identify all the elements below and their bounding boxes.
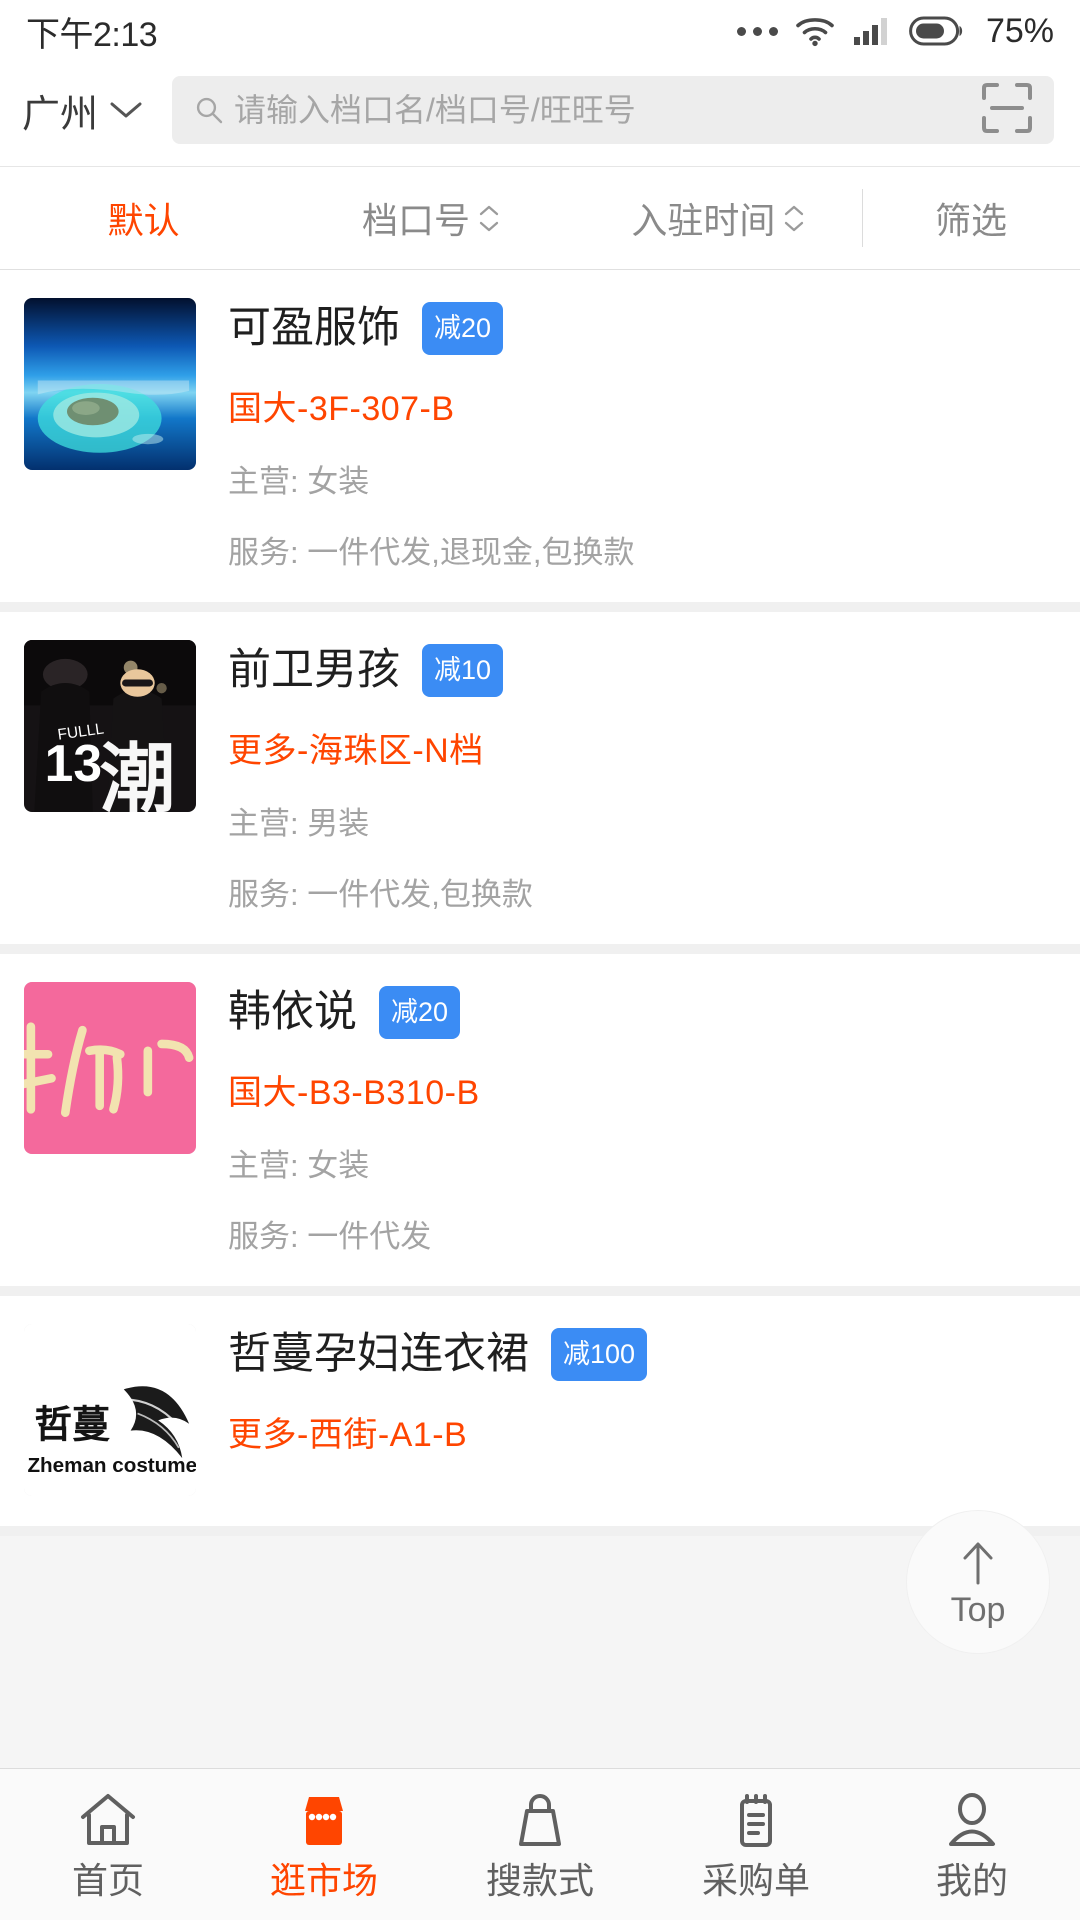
list-item[interactable]: FULLL 13 潮 前卫男孩 减10 更多-海珠区-N档 主营: 男装 服务:… [0, 612, 1080, 954]
sort-bar: 默认 档口号 入驻时间 筛选 [0, 166, 1080, 270]
sort-item-join-time[interactable]: 入驻时间 [575, 167, 862, 269]
shop-address: 国大-3F-307-B [228, 390, 455, 428]
sort-arrows-icon [478, 204, 500, 233]
city-label: 广州 [22, 93, 99, 136]
discount-badge: 减20 [422, 302, 504, 355]
shop-info: 哲蔓孕妇连衣裙 减100 更多-西街-A1-B [228, 1324, 1054, 1456]
shop-name: 前卫男孩 [228, 645, 400, 694]
arrow-up-icon [963, 1542, 993, 1585]
tab-label: 首页 [71, 1859, 144, 1901]
filter-button[interactable]: 筛选 [861, 167, 1080, 269]
svg-text:13: 13 [45, 734, 102, 792]
bag-icon [519, 1793, 561, 1846]
shop-category: 主营: 女装 [228, 464, 370, 499]
tab-home[interactable]: 首页 [0, 1791, 216, 1899]
tab-market[interactable]: 逛市场 [216, 1791, 432, 1899]
search-input[interactable] [234, 91, 964, 129]
sort-item-default[interactable]: 默认 [0, 167, 287, 269]
list-item[interactable]: 韩依说 减20 国大-B3-B310-B 主营: 女装 服务: 一件代发 [0, 954, 1080, 1296]
sort-arrows-icon [783, 204, 805, 233]
tab-label: 采购单 [701, 1859, 810, 1901]
shop-thumbnail [24, 298, 196, 470]
shop-service: 服务: 一件代发,包换款 [228, 877, 533, 912]
tab-label: 搜款式 [485, 1859, 594, 1901]
list-item[interactable]: 哲蔓 Zheman costume 哲蔓孕妇连衣裙 减100 更多-西街-A1-… [0, 1296, 1080, 1536]
shop-info: 韩依说 减20 国大-B3-B310-B 主营: 女装 服务: 一件代发 [228, 982, 1054, 1256]
discount-badge: 减100 [551, 1328, 648, 1381]
shop-address: 更多-西街-A1-B [228, 1416, 468, 1454]
scan-qr-icon[interactable] [974, 77, 1040, 144]
search-icon [196, 97, 223, 124]
shop-title-row: 韩依说 减20 [228, 986, 1054, 1039]
tab-purchase-order[interactable]: 采购单 [648, 1791, 864, 1899]
shop-category: 主营: 男装 [228, 806, 370, 841]
back-to-top-button[interactable]: Top [906, 1510, 1050, 1654]
streetwear-photo: FULLL 13 潮 [24, 640, 196, 812]
header-spacer [0, 158, 1080, 166]
shop-title-row: 前卫男孩 减10 [228, 644, 1054, 697]
status-bar: 下午2:13 75% [0, 0, 1080, 62]
shop-category: 主营: 女装 [228, 1148, 370, 1183]
shop-service: 服务: 一件代发 [228, 1219, 432, 1254]
shop-thumbnail [24, 982, 196, 1154]
discount-badge: 减10 [422, 644, 504, 697]
search-box[interactable] [172, 76, 1054, 144]
more-dots-icon [736, 26, 778, 36]
home-icon [81, 1793, 135, 1845]
battery-icon [909, 16, 963, 46]
shop-name: 哲蔓孕妇连衣裙 [228, 1329, 529, 1378]
person-icon [949, 1792, 995, 1846]
filter-label: 筛选 [934, 200, 1007, 241]
list-item[interactable]: 可盈服饰 减20 国大-3F-307-B 主营: 女装 服务: 一件代发,退现金… [0, 270, 1080, 612]
tab-search-styles[interactable]: 搜款式 [432, 1791, 648, 1899]
tab-label: 逛市场 [269, 1859, 378, 1901]
svg-text:Zheman costume: Zheman costume [27, 1454, 196, 1477]
shop-icon [305, 1796, 343, 1845]
shop-name: 韩依说 [228, 987, 357, 1036]
battery-percent: 75% [985, 11, 1054, 50]
app-root: 下午2:13 75% 广州 请输入档口名/档口号/旺旺号 默认 档口号 入驻时间… [0, 0, 1080, 1920]
signal-icon [853, 18, 887, 45]
discount-badge: 减20 [379, 986, 461, 1039]
sort-item-stall-number[interactable]: 档口号 [287, 167, 574, 269]
wifi-icon [796, 18, 834, 47]
status-time: 下午2:13 [26, 15, 158, 54]
svg-text:哲蔓: 哲蔓 [34, 1403, 110, 1447]
tab-label: 我的 [935, 1859, 1008, 1901]
bottom-tab-bar: 首页 逛市场 搜款式 采购单 我的 [0, 1768, 1080, 1920]
status-icons: 75% [736, 11, 1054, 51]
tab-profile[interactable]: 我的 [864, 1791, 1080, 1899]
shop-title-row: 哲蔓孕妇连衣裙 减100 [228, 1328, 1054, 1381]
sort-item-label: 默认 [107, 200, 180, 241]
clipboard-icon [740, 1793, 772, 1847]
shop-address: 更多-海珠区-N档 [228, 732, 484, 770]
shop-info: 前卫男孩 减10 更多-海珠区-N档 主营: 男装 服务: 一件代发,包换款 [228, 640, 1054, 914]
shop-thumbnail: FULLL 13 潮 [24, 640, 196, 812]
pink-calligraphy-logo [24, 982, 196, 1154]
island-ocean-photo [24, 298, 196, 470]
search-header: 广州 [0, 62, 1080, 158]
shop-list: 可盈服饰 减20 国大-3F-307-B 主营: 女装 服务: 一件代发,退现金… [0, 270, 1080, 1536]
back-to-top-label: Top [950, 1591, 1006, 1629]
shop-name: 可盈服饰 [228, 303, 400, 352]
sort-item-label: 入驻时间 [631, 200, 776, 241]
zheman-costume-logo: 哲蔓 Zheman costume [24, 1324, 196, 1496]
shop-service: 服务: 一件代发,退现金,包换款 [228, 535, 635, 570]
sort-item-label: 档口号 [361, 200, 470, 241]
shop-address: 国大-B3-B310-B [228, 1074, 480, 1112]
city-selector[interactable]: 广州 [22, 83, 144, 138]
shop-info: 可盈服饰 减20 国大-3F-307-B 主营: 女装 服务: 一件代发,退现金… [228, 298, 1054, 572]
shop-thumbnail: 哲蔓 Zheman costume [24, 1324, 196, 1496]
chevron-down-icon [110, 102, 142, 118]
shop-title-row: 可盈服饰 减20 [228, 302, 1054, 355]
svg-text:潮: 潮 [100, 735, 176, 812]
